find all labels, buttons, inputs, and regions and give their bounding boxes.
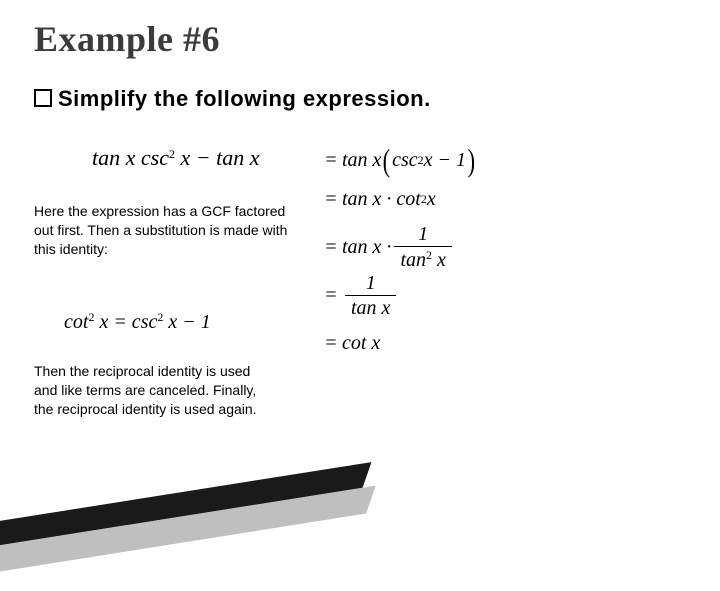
frac-den: tan2 x bbox=[394, 248, 451, 271]
note-gcf: Here the expression has a GCF factored o… bbox=[34, 202, 294, 259]
prompt-line: Simplify the following expression. bbox=[34, 86, 431, 112]
slide-title: Example #6 bbox=[34, 18, 220, 60]
identity-equation: cot2 x = csc2 x − 1 bbox=[64, 310, 211, 334]
expression-main: tan x csc2 x − tan x bbox=[92, 145, 259, 171]
step-3: = tan x · 1tan2 x bbox=[320, 223, 477, 271]
step-1: = tan x(csc2 x − 1) bbox=[320, 145, 477, 175]
step-2: = tan x · cot2 x bbox=[320, 175, 477, 223]
frac-num: 1 bbox=[394, 223, 451, 245]
step-4: = 1tan x bbox=[320, 271, 477, 319]
bullet-icon bbox=[34, 89, 52, 107]
step-5: = cot x bbox=[320, 319, 477, 367]
derivation-steps: = tan x(csc2 x − 1) = tan x · cot2 x = t… bbox=[320, 145, 477, 367]
frac-den: tan x bbox=[345, 297, 396, 319]
frac-num: 1 bbox=[345, 272, 396, 294]
prompt-text: Simplify the following expression. bbox=[58, 86, 431, 111]
